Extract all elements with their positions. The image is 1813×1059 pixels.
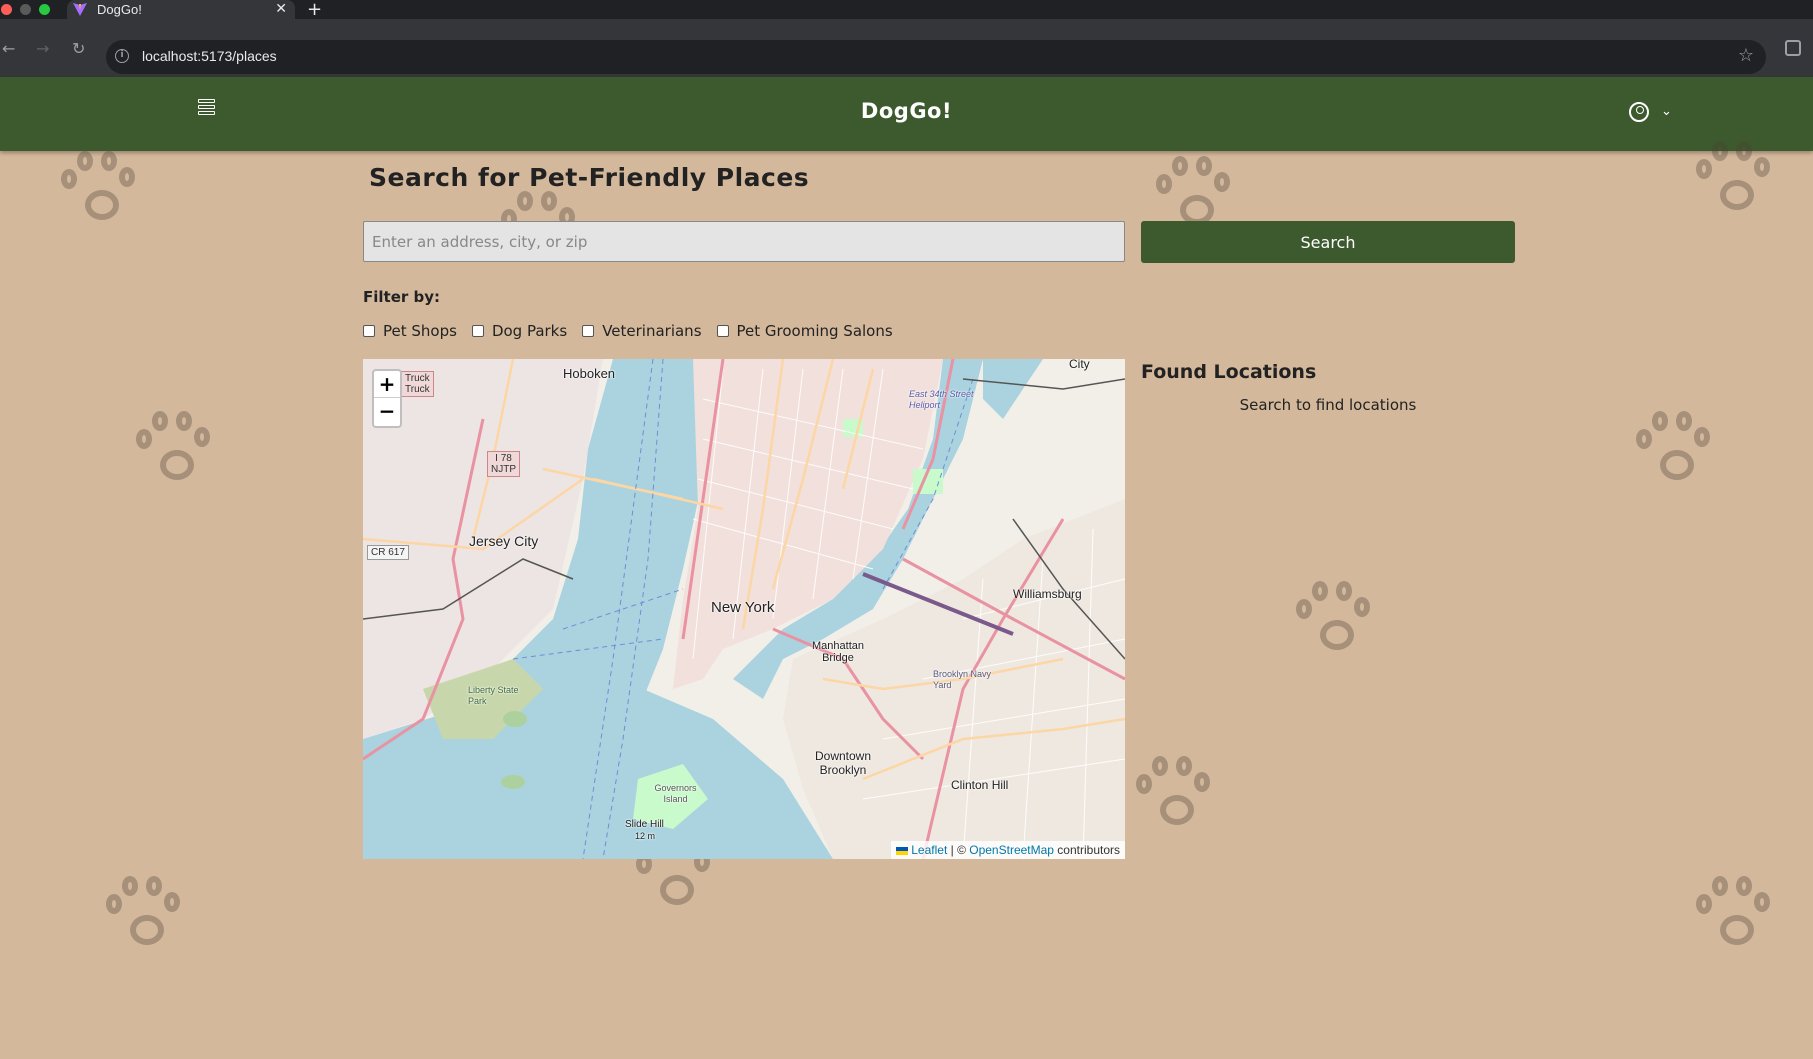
paw-icon <box>1690 870 1780 960</box>
tab-title: DogGo! <box>97 2 142 17</box>
found-locations-title: Found Locations <box>1141 361 1317 383</box>
address-search-input[interactable] <box>363 221 1125 262</box>
paw-icon <box>1290 575 1380 665</box>
brand-logo[interactable]: DogGo! <box>0 99 1813 123</box>
route-shield: CR 617 <box>367 545 409 560</box>
user-menu-button[interactable]: ⌄ <box>1629 101 1681 125</box>
paw-icon <box>100 870 190 960</box>
zoom-control: + − <box>372 369 402 428</box>
zoom-out-button[interactable]: − <box>374 398 400 425</box>
map-label: Manhattan Bridge <box>812 640 864 664</box>
address-bar[interactable]: i localhost:5173/places ☆ <box>106 40 1766 74</box>
map-label: 12 m <box>635 831 656 841</box>
route-shield: I 78 NJTP <box>487 451 520 477</box>
zoom-in-button[interactable]: + <box>374 371 400 398</box>
filter-options: Pet Shops Dog Parks Veterinarians Pet Gr… <box>363 320 908 342</box>
paw-icon <box>1130 750 1220 840</box>
checkbox[interactable] <box>582 325 595 337</box>
page-title: Search for Pet-Friendly Places <box>369 163 810 192</box>
checkbox[interactable] <box>471 325 484 337</box>
map-label: Jersey City <box>469 533 539 549</box>
filter-pet-grooming[interactable]: Pet Grooming Salons <box>716 322 893 340</box>
osm-link[interactable]: OpenStreetMap <box>969 843 1054 857</box>
map-label: Brooklyn Navy Yard <box>933 669 992 690</box>
map-label: City <box>1069 359 1090 371</box>
map-label: Liberty State Park <box>468 685 519 706</box>
map-label: Downtown Brooklyn <box>814 749 872 777</box>
map-label: East 34th Street Heliport <box>909 389 974 410</box>
window-close-button[interactable] <box>1 4 12 15</box>
map-label: Clinton Hill <box>951 778 1009 792</box>
map-label: Slide Hill <box>625 819 664 830</box>
filter-label: Filter by: <box>363 288 441 306</box>
reload-icon[interactable]: ↻ <box>72 39 85 58</box>
map-label: Governors Island <box>654 783 697 804</box>
search-button[interactable]: Search <box>1141 221 1515 263</box>
paw-icon <box>1630 405 1720 495</box>
browser-toolbar: ← → ↻ i localhost:5173/places ☆ <box>0 19 1813 77</box>
extensions-icon[interactable] <box>1785 40 1801 56</box>
window-minimize-button[interactable] <box>20 4 31 15</box>
chevron-down-icon: ⌄ <box>1661 104 1672 119</box>
window-maximize-button[interactable] <box>39 4 50 15</box>
map-label: New York <box>711 599 775 616</box>
paw-icon <box>1690 135 1780 225</box>
browser-tab[interactable]: DogGo! ✕ <box>67 0 295 19</box>
forward-icon[interactable]: → <box>36 39 49 58</box>
url-text[interactable]: localhost:5173/places <box>142 48 277 64</box>
back-icon[interactable]: ← <box>2 39 15 58</box>
route-shield: Truck Truck <box>401 371 434 397</box>
app-header: DogGo! ⌄ <box>0 77 1813 151</box>
tab-close-icon[interactable]: ✕ <box>275 1 287 17</box>
map[interactable]: Truck Truck I 78 NJTP CR 617 Hoboken Jerse… <box>363 359 1125 859</box>
new-tab-button[interactable]: + <box>307 0 322 20</box>
map-attribution: Leaflet | © OpenStreetMap contributors <box>890 841 1125 859</box>
paw-icon <box>130 405 220 495</box>
bookmark-star-icon[interactable]: ☆ <box>1738 45 1754 66</box>
paw-icon <box>55 145 145 235</box>
map-label: Williamsburg <box>1013 587 1082 601</box>
checkbox[interactable] <box>363 325 375 337</box>
browser-tab-bar: DogGo! ✕ + <box>0 0 1813 20</box>
found-locations-empty: Search to find locations <box>1239 396 1417 414</box>
leaflet-link[interactable]: Leaflet <box>911 843 947 857</box>
site-info-icon[interactable]: i <box>115 49 129 63</box>
filter-pet-shops[interactable]: Pet Shops <box>363 322 457 340</box>
checkbox[interactable] <box>716 325 729 337</box>
ukraine-flag-icon <box>895 846 908 855</box>
map-label: Hoboken <box>563 366 616 381</box>
filter-veterinarians[interactable]: Veterinarians <box>582 322 702 340</box>
user-circle-icon <box>1629 102 1649 122</box>
filter-dog-parks[interactable]: Dog Parks <box>471 322 567 340</box>
